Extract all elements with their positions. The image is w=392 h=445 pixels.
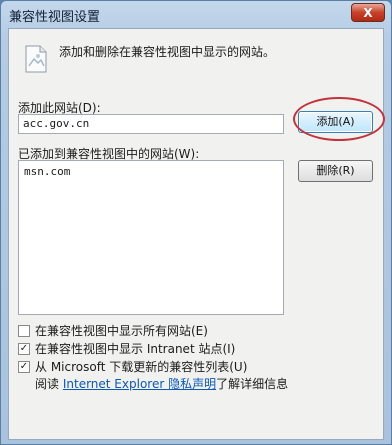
checkbox-intranet[interactable]: ✓: [18, 342, 30, 355]
remove-button[interactable]: 删除(R): [298, 160, 373, 182]
option-download-list[interactable]: ✓ 从 Microsoft 下载更新的兼容性列表(U): [18, 358, 247, 375]
option-intranet[interactable]: ✓ 在兼容性视图中显示 Intranet 站点(I): [18, 340, 235, 357]
privacy-suffix: 了解详细信息: [216, 377, 289, 391]
option-label: 在兼容性视图中显示所有网站(E): [35, 324, 208, 338]
list-item[interactable]: msn.com: [24, 165, 278, 178]
description-text: 添加和删除在兼容性视图中显示的网站。: [59, 45, 276, 59]
option-label: 在兼容性视图中显示 Intranet 站点(I): [35, 342, 236, 356]
privacy-prefix: 阅读: [35, 377, 60, 391]
checkbox-download-list[interactable]: ✓: [18, 360, 30, 373]
close-button[interactable]: X: [351, 3, 385, 22]
option-show-all[interactable]: 在兼容性视图中显示所有网站(E): [18, 322, 208, 339]
close-icon: X: [363, 6, 373, 20]
checkbox-show-all[interactable]: [18, 324, 30, 337]
add-button[interactable]: 添加(A): [298, 111, 373, 133]
privacy-line: 阅读 Internet Explorer 隐私声明了解详细信息: [35, 375, 288, 392]
option-label: 从 Microsoft 下载更新的兼容性列表(U): [35, 360, 248, 374]
added-sites-list[interactable]: msn.com: [18, 160, 284, 315]
dialog-window: 兼容性视图设置 X 添加和删除在兼容性视图中显示的网站。 添加此网站(D): a…: [0, 0, 392, 445]
add-site-input[interactable]: acc.gov.cn: [18, 114, 284, 134]
page-globe-icon: [25, 45, 47, 73]
privacy-link[interactable]: Internet Explorer 隐私声明: [63, 377, 216, 391]
dialog-title: 兼容性视图设置: [9, 10, 101, 25]
dialog-body: 添加和删除在兼容性视图中显示的网站。 添加此网站(D): acc.gov.cn …: [8, 28, 385, 440]
